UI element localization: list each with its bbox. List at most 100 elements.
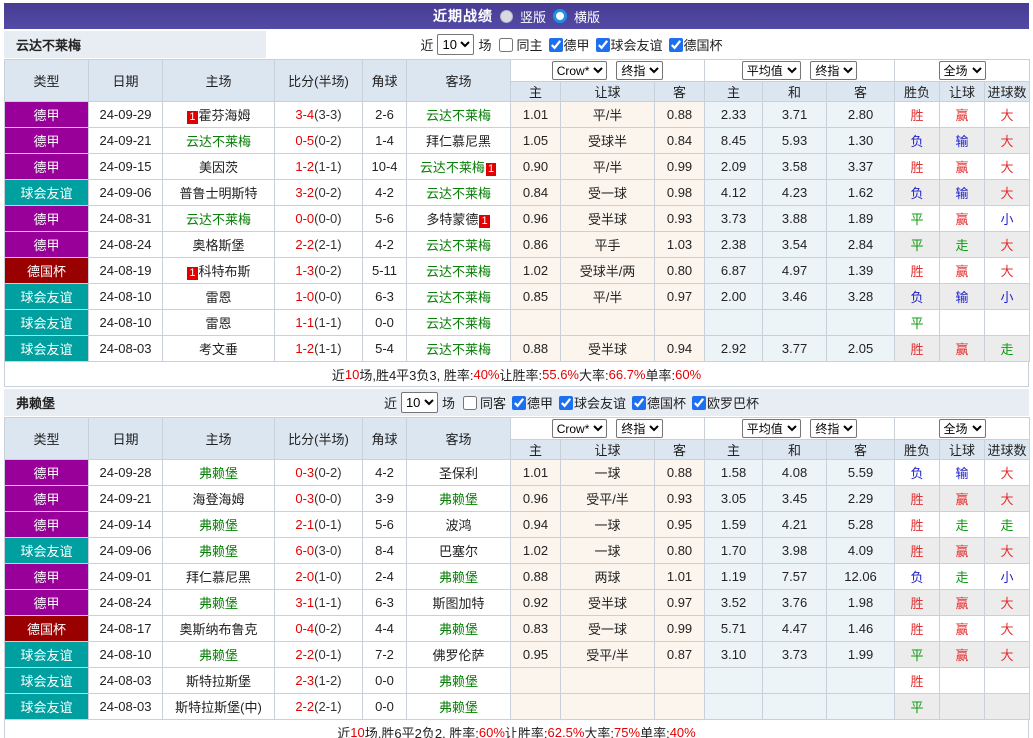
avg-final-select[interactable]: 终指 xyxy=(810,61,857,80)
avg-away: 2.29 xyxy=(827,486,895,512)
result-handicap: 输 xyxy=(940,180,985,206)
odds-source-select[interactable]: Crow* xyxy=(552,419,607,438)
avg-away: 1.30 xyxy=(827,128,895,154)
half-time-score: (0-1) xyxy=(314,647,341,662)
match-date: 24-09-14 xyxy=(89,512,163,538)
match-row: 德甲24-09-28弗赖堡0-3(0-2)4-2圣保利1.01一球0.881.5… xyxy=(5,460,1030,486)
recent-count-select[interactable]: 10 xyxy=(437,34,474,55)
half-time-score: (1-1) xyxy=(314,159,341,174)
league-filter-friendly[interactable]: 球会友谊 xyxy=(590,35,663,54)
away-team-cell: 弗赖堡 xyxy=(407,564,511,590)
full-time-score: 3-1 xyxy=(295,595,314,610)
avg-draw xyxy=(763,694,827,720)
games-label: 场 xyxy=(442,393,455,412)
horizontal-layout-label[interactable]: 横版 xyxy=(574,7,600,26)
score-cell: 3-4(3-3) xyxy=(275,102,363,128)
home-team-cell: 斯特拉斯堡 xyxy=(163,668,275,694)
team-name: 弗赖堡 xyxy=(439,570,478,585)
league-badge: 德甲 xyxy=(5,206,89,232)
league-filter-bundesliga[interactable]: 德甲 xyxy=(543,35,590,54)
home-team-cell: 1科特布斯 xyxy=(163,258,275,284)
result-goals: 大 xyxy=(985,180,1030,206)
odds-handicap: 平/半 xyxy=(561,154,655,180)
league-filter-dfb-pokal[interactable]: 德国杯 xyxy=(626,393,686,412)
result-wdl: 胜 xyxy=(895,512,940,538)
avg-away: 2.84 xyxy=(827,232,895,258)
odds-home: 0.90 xyxy=(511,154,561,180)
match-row: 球会友谊24-08-03斯特拉斯堡(中)2-2(2-1)0-0弗赖堡平 xyxy=(5,694,1030,720)
corner-score: 7-2 xyxy=(363,642,407,668)
sub-odds-away: 客 xyxy=(655,440,705,460)
league-checkbox[interactable] xyxy=(512,396,526,410)
odds-final-select[interactable]: 终指 xyxy=(616,61,663,80)
result-goals: 大 xyxy=(985,232,1030,258)
odds-handicap: 受半球 xyxy=(561,590,655,616)
home-team-cell: 1霍芬海姆 xyxy=(163,102,275,128)
avg-home: 8.45 xyxy=(705,128,763,154)
recent-count-select[interactable]: 10 xyxy=(401,392,438,413)
team-name: 斯特拉斯堡(中) xyxy=(175,700,262,715)
odds-handicap: 两球 xyxy=(561,564,655,590)
odds-final-select[interactable]: 终指 xyxy=(616,419,663,438)
vertical-layout-label[interactable]: 竖版 xyxy=(520,7,546,26)
home-team-cell: 普鲁士明斯特 xyxy=(163,180,275,206)
scope-select[interactable]: 全场 xyxy=(939,61,986,80)
match-row: 德甲24-09-291霍芬海姆3-4(3-3)2-6云达不莱梅1.01平/半0.… xyxy=(5,102,1030,128)
odds-away: 0.80 xyxy=(655,538,705,564)
league-checkbox[interactable] xyxy=(692,396,706,410)
avg-away: 4.09 xyxy=(827,538,895,564)
summary-segment: 单率: xyxy=(646,365,676,384)
away-team-cell: 圣保利 xyxy=(407,460,511,486)
league-checkbox[interactable] xyxy=(596,38,610,52)
match-date: 24-09-28 xyxy=(89,460,163,486)
avg-source-select[interactable]: 平均值 xyxy=(742,61,801,80)
league-checkbox[interactable] xyxy=(549,38,563,52)
team-name: 海登海姆 xyxy=(192,492,244,507)
result-handicap: 赢 xyxy=(940,538,985,564)
score-cell: 6-0(3-0) xyxy=(275,538,363,564)
odds-home: 0.96 xyxy=(511,206,561,232)
league-filter-friendly[interactable]: 球会友谊 xyxy=(553,393,626,412)
scope-select[interactable]: 全场 xyxy=(939,419,986,438)
header-dropdown-row: 类型 日期 主场 比分(半场) 角球 客场 Crow* 终指 平均值 终指 全场 xyxy=(5,418,1030,440)
avg-away: 1.62 xyxy=(827,180,895,206)
result-wdl: 胜 xyxy=(895,538,940,564)
odds-home: 0.86 xyxy=(511,232,561,258)
col-score: 比分(半场) xyxy=(275,60,363,102)
odds-handicap: 受一球 xyxy=(561,180,655,206)
league-filter-dfb-pokal[interactable]: 德国杯 xyxy=(663,35,723,54)
corner-score: 4-2 xyxy=(363,460,407,486)
same-venue-checkbox[interactable] xyxy=(463,396,477,410)
summary-bremen: 近10场,胜4平3负3, 胜率:40% 让胜率:55.6% 大率:66.7% 单… xyxy=(4,362,1029,387)
avg-final-select[interactable]: 终指 xyxy=(810,419,857,438)
section-header-freiburg: 弗赖堡 近 10 场 同客 德甲 球会友谊 德国杯 欧罗巴杯 xyxy=(4,389,1029,416)
odds-handicap: 平/半 xyxy=(561,102,655,128)
match-row: 德甲24-08-24弗赖堡3-1(1-1)6-3斯图加特0.92受半球0.973… xyxy=(5,590,1030,616)
horizontal-layout-radio[interactable] xyxy=(553,9,567,23)
team-name: 弗赖堡 xyxy=(199,544,238,559)
vertical-layout-radio[interactable] xyxy=(500,10,513,23)
league-filter-europa[interactable]: 欧罗巴杯 xyxy=(686,393,759,412)
league-checkbox[interactable] xyxy=(559,396,573,410)
odds-home: 0.88 xyxy=(511,336,561,362)
avg-draw: 4.47 xyxy=(763,616,827,642)
rank-1-badge: 1 xyxy=(187,111,197,124)
result-handicap xyxy=(940,694,985,720)
corner-score: 10-4 xyxy=(363,154,407,180)
league-checkbox[interactable] xyxy=(669,38,683,52)
away-team-cell: 斯图加特 xyxy=(407,590,511,616)
result-handicap: 赢 xyxy=(940,590,985,616)
avg-home: 2.00 xyxy=(705,284,763,310)
avg-source-select[interactable]: 平均值 xyxy=(742,419,801,438)
team-name: 弗赖堡 xyxy=(199,466,238,481)
avg-home: 2.92 xyxy=(705,336,763,362)
league-filter-bundesliga[interactable]: 德甲 xyxy=(506,393,553,412)
odds-source-select[interactable]: Crow* xyxy=(552,61,607,80)
avg-away: 3.28 xyxy=(827,284,895,310)
home-team-cell: 奥格斯堡 xyxy=(163,232,275,258)
same-venue-checkbox[interactable] xyxy=(499,38,513,52)
league-checkbox[interactable] xyxy=(632,396,646,410)
avg-draw: 4.97 xyxy=(763,258,827,284)
avg-draw: 3.88 xyxy=(763,206,827,232)
avg-away: 1.99 xyxy=(827,642,895,668)
